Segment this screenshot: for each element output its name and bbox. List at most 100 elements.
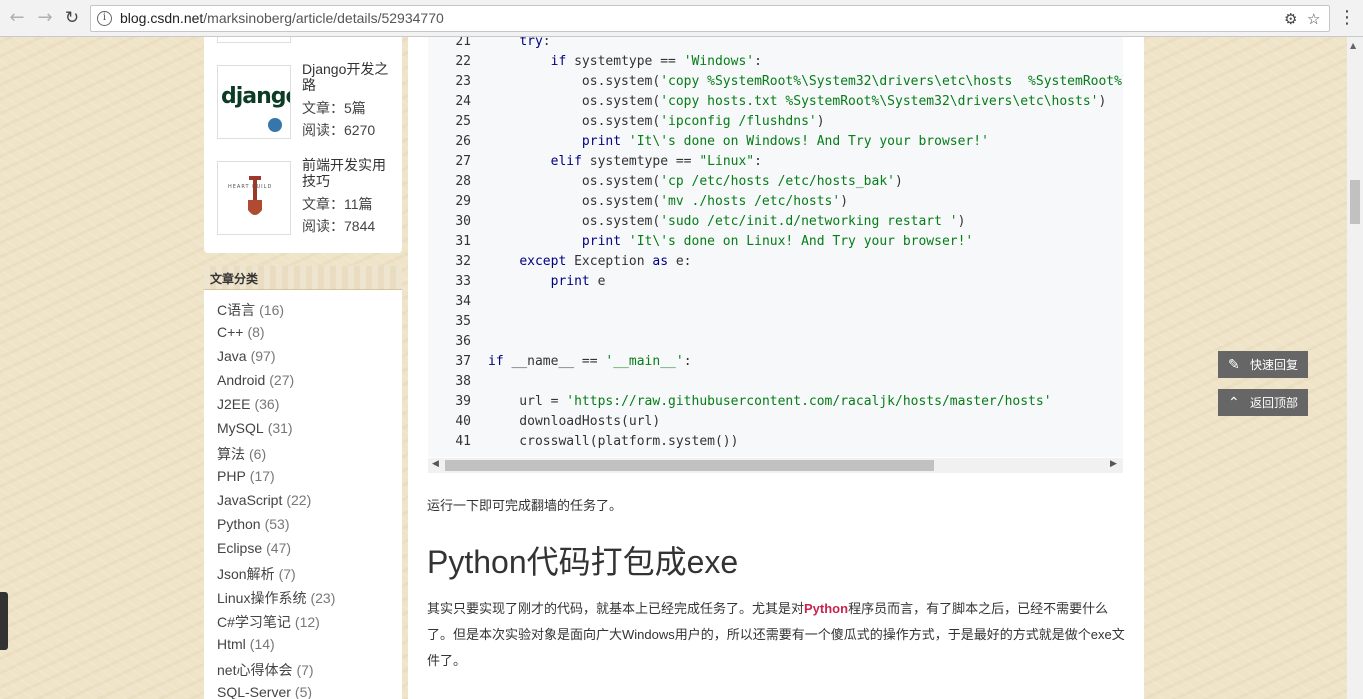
python-logo-icon [268,118,282,132]
line-number: 28 [455,174,471,189]
category-name[interactable]: Linux操作系统 [217,590,306,606]
back-arrow-icon[interactable]: ← [7,8,27,28]
category-item[interactable]: Html (14) [217,636,275,652]
page-scrollbar-thumb[interactable] [1350,180,1360,224]
menu-icon[interactable]: ⋮ [1337,8,1357,28]
forward-arrow-icon[interactable]: → [35,8,55,28]
category-name[interactable]: 算法 [217,446,245,462]
code-line: os.system('copy hosts.txt %SystemRoot%\S… [488,94,1107,109]
back-to-top-label: 返回顶部 [1250,396,1299,410]
page-vertical-scrollbar[interactable]: ▲ [1347,37,1363,699]
code-line: os.system('ipconfig /flushdns') [488,114,825,129]
category-count: (17) [249,468,275,484]
url-path: /marksinoberg/article/details/52934770 [203,10,444,26]
code-line: try: [519,37,551,49]
code-line: except Exception as e: [519,254,692,269]
code-line: print 'It\'s done on Windows! And Try yo… [581,134,989,149]
line-number: 35 [455,314,471,329]
category-name[interactable]: PHP [217,468,246,484]
category-item[interactable]: net心得体会 (7) [217,660,314,680]
line-number: 31 [455,234,471,249]
django-logo-text: django [221,84,290,109]
prev-thumb-edge [217,37,291,43]
category-name[interactable]: SQL-Server [217,684,291,699]
category-item[interactable]: 算法 (6) [217,444,266,464]
line-number: 33 [455,274,471,289]
category-panel-title: 文章分类 [204,266,402,290]
blog-title-django[interactable]: Django开发之路 [302,61,394,93]
scroll-right-arrow-icon[interactable]: ▶ [1110,459,1117,469]
category-item[interactable]: C++ (8) [217,324,265,340]
line-number: 40 [455,414,471,429]
line-number: 26 [455,134,471,149]
category-name[interactable]: MySQL [217,420,264,436]
category-item[interactable]: J2EE (36) [217,396,279,412]
category-count: (97) [250,348,276,364]
scrollbar-thumb[interactable] [445,460,934,471]
python-keyword-link[interactable]: Python [804,601,848,616]
info-icon[interactable]: i [97,11,112,26]
blog-title-frontend[interactable]: 前端开发实用技巧 [302,157,394,189]
category-item[interactable]: Python (53) [217,516,290,532]
category-item[interactable]: Eclipse (47) [217,540,291,556]
category-item[interactable]: Json解析 (7) [217,564,296,584]
line-number: 23 [455,74,471,89]
category-name[interactable]: Html [217,636,246,652]
category-count: (53) [264,516,290,532]
category-item[interactable]: Java (97) [217,348,275,364]
url-host: blog.csdn.net [120,10,204,26]
category-name[interactable]: Eclipse [217,540,262,556]
category-count: (8) [247,324,265,340]
url-text[interactable]: blog.csdn.net/marksinoberg/article/detai… [120,10,444,26]
line-number: 32 [455,254,471,269]
category-item[interactable]: Android (27) [217,372,294,388]
code-line: print 'It\'s done on Linux! And Try your… [581,234,974,249]
category-count: (31) [267,420,293,436]
category-item[interactable]: PHP (17) [217,468,275,484]
category-item[interactable]: C#学习笔记 (12) [217,612,320,632]
address-bar[interactable]: i blog.csdn.net/marksinoberg/article/det… [90,5,1330,32]
code-line: url = 'https://raw.githubusercontent.com… [488,394,1052,409]
side-handle[interactable] [0,592,8,650]
category-item[interactable]: MySQL (31) [217,420,293,436]
para-text-1: 其实只要实现了刚才的代码，就基本上已经完成任务了。尤其是对 [427,601,805,616]
back-to-top-button[interactable]: ⌃ 返回顶部 [1218,389,1308,416]
category-count: (27) [269,372,295,388]
reload-icon[interactable]: ↻ [62,8,82,28]
category-name[interactable]: Java [217,348,247,364]
category-name[interactable]: C语言 [217,302,255,318]
frontend-thumbnail[interactable]: HEART BUILD [217,161,291,235]
blog-column-card: django Django开发之路 文章：5篇 阅读：6270 HEART BU… [204,37,402,253]
category-name[interactable]: J2EE [217,396,250,412]
line-number: 24 [455,94,471,109]
category-name[interactable]: Json解析 [217,566,275,582]
category-count: (7) [296,662,314,678]
django-thumbnail[interactable]: django [217,65,291,139]
blog-articles-count: 文章：5篇 [302,100,366,116]
category-name[interactable]: Python [217,516,261,532]
code-line: os.system('copy %SystemRoot%\System32\dr… [488,74,1123,89]
bookmark-star-icon[interactable]: ☆ [1307,10,1320,28]
line-number: 41 [455,434,471,449]
category-item[interactable]: JavaScript (22) [217,492,311,508]
category-count: (12) [294,614,320,630]
category-name[interactable]: Android [217,372,265,388]
category-name[interactable]: net心得体会 [217,662,292,678]
shovel-icon [248,176,262,215]
category-item[interactable]: C语言 (16) [217,300,284,320]
category-name[interactable]: C++ [217,324,243,340]
article-content: 21 try: 22 if systemtype == 'Windows': 23 … [408,37,1144,699]
scroll-left-arrow-icon[interactable]: ◀ [432,459,439,469]
line-number: 25 [455,114,471,129]
category-item[interactable]: Linux操作系统 (23) [217,588,335,608]
quick-reply-button[interactable]: ✎ 快速回复 [1218,351,1308,378]
category-name[interactable]: C#学习笔记 [217,614,291,630]
category-count: (47) [266,540,292,556]
category-name[interactable]: JavaScript [217,492,282,508]
code-horizontal-scrollbar[interactable]: ◀ ▶ [428,458,1123,473]
extension-icon[interactable]: ⚙ [1284,10,1297,28]
category-item[interactable]: SQL-Server (5) [217,684,312,699]
line-number: 22 [455,54,471,69]
scroll-up-arrow-icon[interactable]: ▲ [1350,41,1356,50]
category-count: (6) [249,446,267,462]
